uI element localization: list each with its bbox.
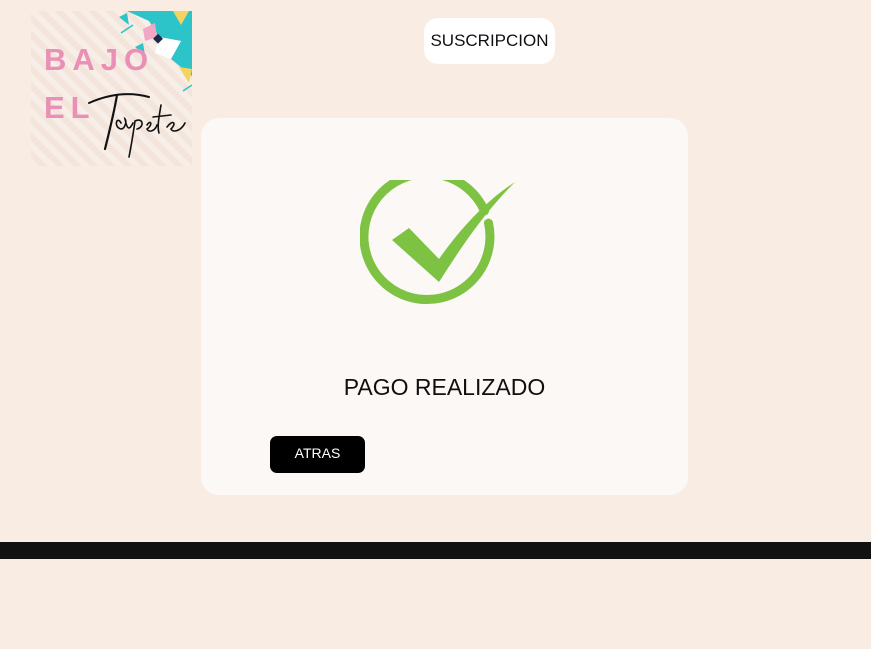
footer-bar: [0, 542, 871, 559]
back-button[interactable]: ATRAS: [270, 436, 365, 473]
payment-status-text: PAGO REALIZADO: [343, 374, 546, 400]
brand-logo[interactable]: BAJO EL: [31, 11, 192, 166]
check-circle-icon: [360, 180, 515, 305]
subscription-button[interactable]: SUSCRIPCION: [424, 18, 555, 64]
logo-script-lettering: [88, 93, 186, 158]
logo-word-bajo: BAJO: [44, 42, 155, 77]
payment-status-card: PAGO REALIZADO ATRAS: [201, 118, 688, 495]
